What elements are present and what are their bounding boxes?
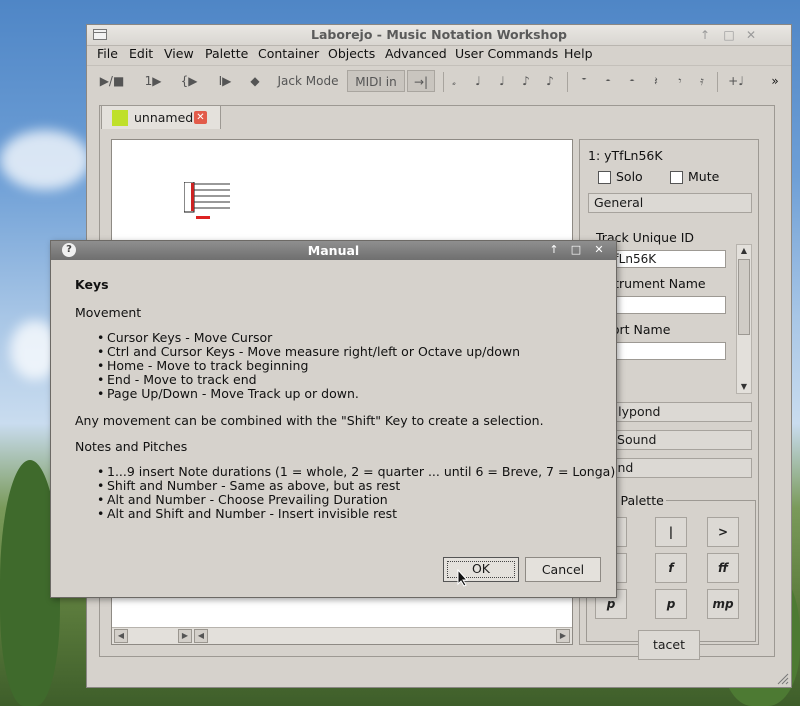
- scroll-thumb[interactable]: [738, 259, 750, 335]
- scroll-down-icon[interactable]: ▼: [738, 382, 750, 392]
- quarter-note-button[interactable]: ♩: [471, 70, 485, 92]
- notes-list: 1...9 insert Note durations (1 = whole, …: [97, 465, 615, 522]
- mute-checkbox[interactable]: [670, 171, 683, 184]
- list-item: 1...9 insert Note durations (1 = whole, …: [97, 465, 615, 480]
- sixteenth-note-button[interactable]: ♪: [519, 70, 533, 92]
- cancel-button[interactable]: Cancel: [525, 557, 601, 582]
- mouse-pointer-icon: [457, 569, 469, 587]
- thirtysecond-note-button[interactable]: ♪: [543, 70, 557, 92]
- ok-button[interactable]: OK: [443, 557, 519, 582]
- menu-container[interactable]: Container: [258, 46, 319, 61]
- menu-advanced[interactable]: Advanced: [385, 46, 447, 61]
- solo-label: Solo: [616, 169, 643, 184]
- menubar: File Edit View Palette Container Objects…: [87, 45, 791, 63]
- palette-button-mezzopiano[interactable]: mp: [707, 589, 739, 619]
- selection-note: Any movement can be combined with the "S…: [75, 413, 544, 428]
- jack-mode-button[interactable]: Jack Mode: [273, 70, 343, 92]
- tacet-button[interactable]: tacet: [638, 630, 700, 660]
- midi-in-toggle[interactable]: MIDI in: [347, 70, 405, 92]
- section-notes-heading: Notes and Pitches: [75, 439, 188, 454]
- play-from-cursor-button[interactable]: 1▶: [141, 70, 165, 92]
- menu-file[interactable]: File: [97, 46, 118, 61]
- list-item: Home - Move to track beginning: [97, 359, 520, 374]
- dialog-title: Manual: [307, 243, 360, 258]
- whole-rest-button[interactable]: 𝄻: [577, 70, 591, 92]
- scroll-left-icon[interactable]: ◀: [114, 629, 128, 643]
- scroll-thumb-right-icon[interactable]: ▶: [178, 629, 192, 643]
- manual-dialog: ? Manual ↑ □ ✕ Keys Movement Cursor Keys…: [50, 240, 617, 598]
- palette-button-accent-2[interactable]: >: [707, 517, 739, 547]
- list-item: Alt and Shift and Number - Insert invisi…: [97, 507, 615, 522]
- scroll-up-icon[interactable]: ▲: [738, 246, 750, 256]
- half-note-button[interactable]: 𝅗: [447, 70, 461, 92]
- tab-close-icon[interactable]: ✕: [194, 111, 207, 124]
- toolbar: ▶/■ 1▶ {▶ I▶ ◆ Jack Mode MIDI in →| 𝅗 ♩ …: [87, 65, 791, 98]
- play-stop-button[interactable]: ▶/■: [97, 70, 127, 92]
- movement-list: Cursor Keys - Move Cursor Ctrl and Curso…: [97, 331, 520, 402]
- menu-edit[interactable]: Edit: [129, 46, 153, 61]
- play-container-button[interactable]: {▶: [177, 70, 201, 92]
- menu-objects[interactable]: Objects: [328, 46, 375, 61]
- general-section-button[interactable]: General: [588, 193, 752, 213]
- add-note-button[interactable]: +♩: [725, 70, 747, 92]
- palette-button-forte-2[interactable]: f: [655, 553, 687, 583]
- list-item: End - Move to track end: [97, 373, 520, 388]
- tab-color-swatch: [112, 110, 128, 126]
- cloud: [0, 130, 90, 190]
- window-title: Laborejo - Music Notation Workshop: [310, 27, 567, 42]
- tab-label: unnamed: [134, 110, 194, 125]
- tab-unnamed[interactable]: unnamed ✕: [101, 105, 221, 129]
- list-item: Shift and Number - Same as above, but as…: [97, 479, 615, 494]
- palette-button-piano-2[interactable]: p: [655, 589, 687, 619]
- manual-heading: Keys: [75, 277, 109, 292]
- dialog-maximize-button[interactable]: □: [569, 243, 583, 257]
- dialog-close-button[interactable]: ✕: [592, 243, 606, 257]
- maximize-button[interactable]: □: [721, 27, 737, 43]
- list-item: Alt and Number - Choose Prevailing Durat…: [97, 493, 615, 508]
- dialog-keep-above-button[interactable]: ↑: [547, 243, 561, 257]
- track-header: 1: yTfLn56K: [588, 148, 663, 163]
- menu-user-commands[interactable]: User Commands: [455, 46, 558, 61]
- window-titlebar[interactable]: Laborejo - Music Notation Workshop ↑ □ ✕: [87, 25, 791, 46]
- section-movement-heading: Movement: [75, 305, 142, 320]
- list-item: Ctrl and Cursor Keys - Move measure righ…: [97, 345, 520, 360]
- step-input-toggle[interactable]: →|: [407, 70, 435, 92]
- mute-label: Mute: [688, 169, 720, 184]
- eighth-rest-button[interactable]: 𝄾: [673, 70, 687, 92]
- menu-palette[interactable]: Palette: [205, 46, 248, 61]
- resize-grip-icon[interactable]: [777, 673, 789, 685]
- dialog-titlebar[interactable]: ? Manual ↑ □ ✕: [51, 241, 616, 260]
- staff-icon: [184, 182, 230, 219]
- close-button[interactable]: ✕: [743, 27, 759, 43]
- toolbar-overflow-button[interactable]: »: [767, 70, 783, 92]
- eighth-note-button[interactable]: ♩: [495, 70, 509, 92]
- half-rest-alt-button[interactable]: 𝄼: [625, 70, 639, 92]
- sixteenth-rest-button[interactable]: 𝄿: [695, 70, 709, 92]
- palette-button-fortissimo[interactable]: ff: [707, 553, 739, 583]
- list-item: Cursor Keys - Move Cursor: [97, 331, 520, 346]
- quarter-rest-button[interactable]: 𝄽: [649, 70, 663, 92]
- stop-marker-button[interactable]: ◆: [247, 70, 263, 92]
- half-rest-button[interactable]: 𝄼: [601, 70, 615, 92]
- play-measure-button[interactable]: I▶: [213, 70, 237, 92]
- menu-help[interactable]: Help: [564, 46, 593, 61]
- scroll-thumb-left-icon[interactable]: ◀: [194, 629, 208, 643]
- scroll-right-icon[interactable]: ▶: [556, 629, 570, 643]
- horizontal-scrollbar[interactable]: ◀ ▶ ◀ ▶: [112, 627, 572, 644]
- list-item: Page Up/Down - Move Track up or down.: [97, 387, 520, 402]
- palette-button-staccatissimo[interactable]: |: [655, 517, 687, 547]
- solo-checkbox[interactable]: [598, 171, 611, 184]
- panel-vertical-scrollbar[interactable]: ▲ ▼: [736, 244, 752, 394]
- menu-view[interactable]: View: [164, 46, 194, 61]
- keep-above-button[interactable]: ↑: [697, 27, 713, 43]
